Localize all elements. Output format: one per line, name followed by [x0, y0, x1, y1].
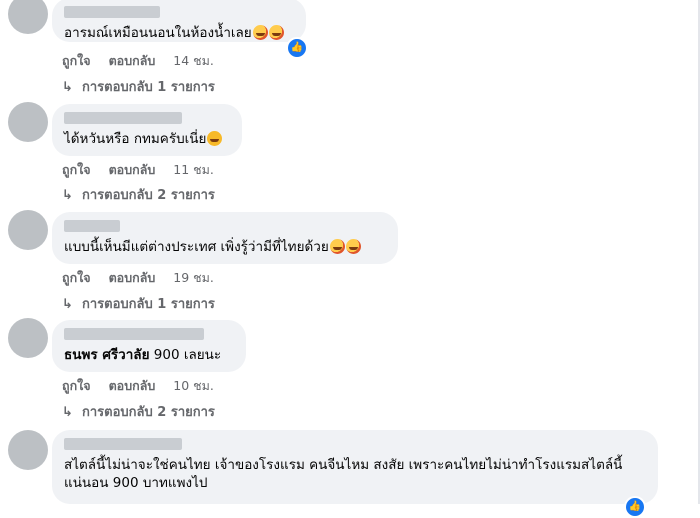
commenter-name[interactable]: [64, 112, 182, 124]
commenter-name[interactable]: [64, 438, 182, 450]
comment-bubble: ธนพร ศรีวาลัย 900 เลยนะ: [52, 320, 246, 372]
avatar[interactable]: [8, 210, 48, 250]
reply-link[interactable]: ตอบกลับ: [109, 162, 156, 177]
comment-text: ได้หวันหรือ กทมครับเนี่ย: [64, 131, 207, 147]
like-reaction-icon[interactable]: 👍: [286, 37, 308, 59]
view-replies[interactable]: ↳ การตอบกลับ 1 รายการ: [62, 76, 215, 97]
reply-arrow-icon: ↳: [62, 188, 73, 203]
comment-bubble: แบบนี้เห็นมีแต่ต่างประเทศ เพิ่งรู้ว่ามีท…: [52, 212, 398, 264]
reply-link[interactable]: ตอบกลับ: [109, 378, 156, 393]
reply-link[interactable]: ตอบกลับ: [109, 270, 156, 285]
commenter-name[interactable]: [64, 328, 204, 340]
replies-count: การตอบกลับ 1 รายการ: [82, 297, 215, 312]
commenter-name[interactable]: [64, 220, 120, 232]
view-replies[interactable]: ↳ การตอบกลับ 1 รายการ: [62, 293, 215, 314]
avatar[interactable]: [8, 0, 48, 34]
reply-arrow-icon: ↳: [62, 405, 73, 420]
like-link[interactable]: ถูกใจ: [62, 53, 91, 68]
laughing-emoji-icon: [252, 25, 268, 40]
avatar[interactable]: [8, 430, 48, 470]
comment-actions: ถูกใจ ตอบกลับ 10 ชม.: [62, 376, 228, 396]
replies-count: การตอบกลับ 2 รายการ: [82, 188, 215, 203]
commenter-name[interactable]: [64, 6, 160, 18]
comment-text: 900 เลยนะ: [153, 347, 222, 363]
comment-actions: ถูกใจ ตอบกลับ 19 ชม.: [62, 268, 228, 288]
laughing-emoji-icon: [345, 239, 361, 254]
timestamp[interactable]: 14 ชม.: [173, 53, 214, 68]
timestamp[interactable]: 10 ชม.: [173, 378, 214, 393]
view-replies[interactable]: ↳ การตอบกลับ 2 รายการ: [62, 401, 215, 422]
timestamp[interactable]: 19 ชม.: [173, 270, 214, 285]
comment-text: สไตล์นี้ไม่น่าจะใช่คนไทย เจ้าของโรงแรม ค…: [64, 457, 623, 491]
avatar[interactable]: [8, 102, 48, 142]
timestamp[interactable]: 11 ชม.: [173, 162, 214, 177]
view-replies[interactable]: ↳ การตอบกลับ 2 รายการ: [62, 184, 215, 205]
laughing-emoji-icon: [268, 25, 284, 40]
comment-actions: ถูกใจ ตอบกลับ 11 ชม.: [62, 160, 228, 180]
like-link[interactable]: ถูกใจ: [62, 378, 91, 393]
like-link[interactable]: ถูกใจ: [62, 162, 91, 177]
replies-count: การตอบกลับ 2 รายการ: [82, 405, 215, 420]
avatar[interactable]: [8, 318, 48, 358]
smiling-emoji-icon: [207, 131, 223, 146]
like-link[interactable]: ถูกใจ: [62, 270, 91, 285]
reply-arrow-icon: ↳: [62, 80, 73, 95]
comment-text: แบบนี้เห็นมีแต่ต่างประเทศ เพิ่งรู้ว่ามีท…: [64, 239, 329, 255]
laughing-emoji-icon: [329, 239, 345, 254]
comment-text: อารมณ์เหมือนนอนในห้องน้ำเลย: [64, 25, 252, 41]
comment-bubble: สไตล์นี้ไม่น่าจะใช่คนไทย เจ้าของโรงแรม ค…: [52, 430, 658, 504]
like-reaction-icon[interactable]: 👍: [624, 496, 646, 518]
tagged-name[interactable]: ธนพร ศรีวาลัย: [64, 347, 149, 363]
reply-link[interactable]: ตอบกลับ: [109, 53, 156, 68]
comment-bubble: ได้หวันหรือ กทมครับเนี่ย: [52, 104, 242, 156]
reply-arrow-icon: ↳: [62, 297, 73, 312]
comment-bubble: อารมณ์เหมือนนอนในห้องน้ำเลย: [52, 0, 306, 42]
replies-count: การตอบกลับ 1 รายการ: [82, 80, 215, 95]
comment-actions: ถูกใจ ตอบกลับ 14 ชม.: [62, 51, 228, 71]
